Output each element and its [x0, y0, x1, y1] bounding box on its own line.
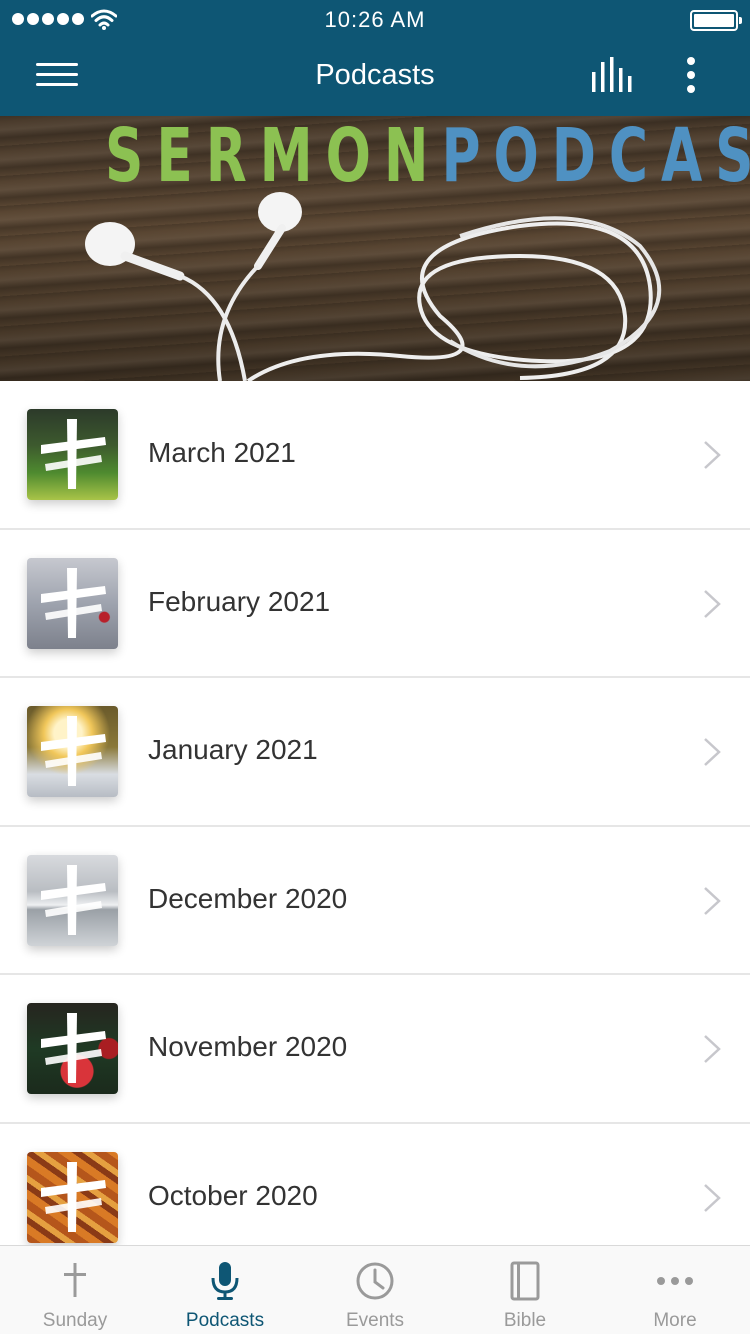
vertical-ellipsis-icon[interactable]	[676, 54, 706, 98]
tab-podcasts[interactable]: Podcasts	[150, 1246, 300, 1334]
list-item[interactable]: March 2021	[0, 381, 750, 530]
list-item-label: November 2020	[148, 1031, 348, 1062]
tab-label: Podcasts	[185, 1310, 265, 1331]
banner-title-podcast: PODCAST	[441, 116, 750, 199]
chevron-right-icon	[704, 738, 721, 766]
cross-logo-icon	[41, 716, 106, 786]
cross-logo-icon	[41, 1013, 106, 1083]
chevron-right-icon	[704, 589, 721, 618]
tab-label: Sunday	[42, 1310, 108, 1331]
status-bar: 10:26 AM	[0, 0, 750, 40]
tab-bar: Sunday Podcasts Events Bible More	[0, 1245, 750, 1334]
status-time: 10:26 AM	[324, 7, 426, 32]
audio-bars-icon[interactable]	[590, 56, 634, 94]
list-item[interactable]: January 2021	[0, 678, 750, 827]
tab-label: More	[653, 1310, 697, 1331]
cross-logo-icon	[41, 419, 106, 489]
list-item-label: March 2021	[148, 437, 296, 468]
chevron-right-icon	[704, 1183, 721, 1212]
podcast-list: March 2021 February 2021 January 2021 De…	[0, 381, 750, 1272]
tab-more[interactable]: More	[600, 1246, 750, 1334]
nav-bar: Podcasts	[0, 40, 750, 116]
list-item-label: January 2021	[148, 734, 318, 765]
tab-bible[interactable]: Bible	[450, 1246, 600, 1334]
list-item[interactable]: February 2021	[0, 529, 750, 678]
list-item-label: October 2020	[148, 1179, 318, 1211]
list-item[interactable]: November 2020	[0, 975, 750, 1124]
cross-icon	[64, 1263, 86, 1297]
book-icon	[510, 1261, 540, 1301]
podcast-thumbnail	[27, 1151, 118, 1243]
microphone-icon	[211, 1262, 239, 1300]
list-item[interactable]: December 2020	[0, 826, 750, 975]
banner-title-sermon: SERMON	[105, 116, 442, 199]
chevron-right-icon	[704, 1035, 721, 1063]
podcast-thumbnail	[27, 409, 118, 500]
tab-label: Bible	[503, 1310, 547, 1331]
tab-sunday[interactable]: Sunday	[0, 1246, 150, 1334]
tab-events[interactable]: Events	[300, 1246, 450, 1334]
banner-title: SERMONPODCAST	[105, 116, 750, 199]
clock-icon	[356, 1262, 394, 1300]
sermon-podcast-banner: SERMONPODCAST	[0, 116, 750, 381]
tab-label: Events	[345, 1310, 405, 1331]
page-title: Podcasts	[315, 59, 435, 91]
podcast-thumbnail	[27, 1003, 118, 1094]
cross-logo-icon	[41, 864, 106, 935]
battery-icon	[690, 10, 742, 31]
chevron-right-icon	[704, 441, 721, 469]
ellipsis-icon	[657, 1277, 693, 1285]
cross-logo-icon	[41, 1161, 106, 1232]
list-item-label: February 2021	[148, 585, 331, 617]
podcast-thumbnail	[27, 854, 118, 946]
podcast-thumbnail	[27, 706, 118, 797]
chevron-right-icon	[704, 886, 721, 915]
cross-logo-icon	[41, 567, 106, 638]
podcast-thumbnail	[27, 557, 118, 649]
list-item-label: December 2020	[148, 882, 348, 914]
